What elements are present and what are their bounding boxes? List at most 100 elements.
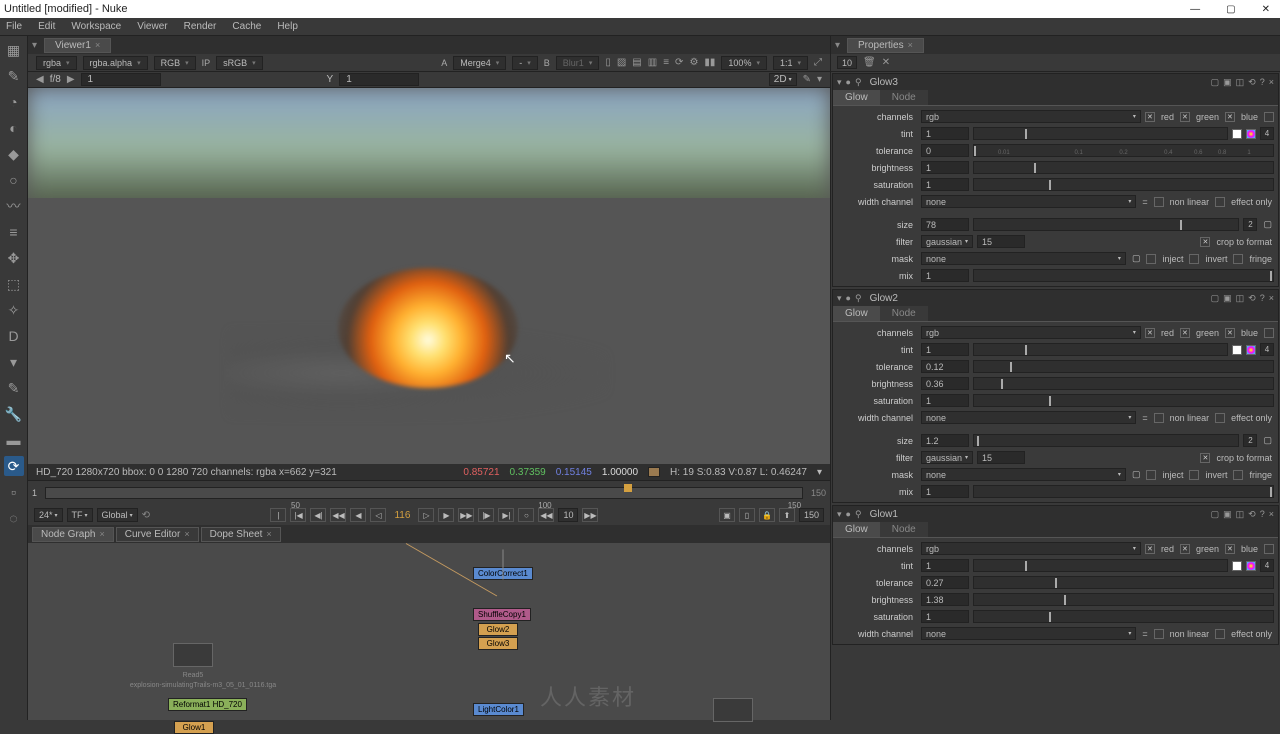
menu-help[interactable]: Help xyxy=(277,21,298,32)
red-checkbox[interactable] xyxy=(1145,328,1155,338)
menu-file[interactable]: File xyxy=(6,21,22,32)
size-slider[interactable] xyxy=(973,218,1239,231)
last-frame-button[interactable]: ▶| xyxy=(498,508,514,522)
menu-workspace[interactable]: Workspace xyxy=(71,21,121,32)
menu-cache[interactable]: Cache xyxy=(232,21,261,32)
expand-icon[interactable]: ⤢ xyxy=(814,57,822,68)
node-reformat[interactable]: Reformat1 HD_720 xyxy=(168,698,247,711)
help-icon[interactable]: ? xyxy=(1260,293,1265,303)
tab-glow[interactable]: Glow xyxy=(833,306,880,321)
overlay-icon[interactable]: ▨ xyxy=(617,57,626,68)
red-checkbox[interactable] xyxy=(1145,112,1155,122)
tint-4-button[interactable]: 4 xyxy=(1260,559,1274,572)
inject-checkbox[interactable] xyxy=(1146,470,1156,480)
color-wheel-icon[interactable] xyxy=(1246,129,1256,139)
frame-back-button[interactable]: ◁ xyxy=(370,508,386,522)
maximize-button[interactable]: ▢ xyxy=(1220,4,1241,15)
tool-deep-icon[interactable]: D xyxy=(4,326,24,346)
collapse-icon[interactable]: ▾ xyxy=(837,77,842,88)
close-icon[interactable]: × xyxy=(908,40,913,50)
filter-iter-input[interactable]: 15 xyxy=(977,235,1025,248)
prev-icon[interactable]: ◀ xyxy=(36,74,44,85)
status-menu-icon[interactable]: ▾ xyxy=(817,467,822,478)
tool-other-icon[interactable]: ▬ xyxy=(4,430,24,450)
help-icon[interactable]: ? xyxy=(1260,509,1265,519)
tool-furnace-icon[interactable]: ⟳ xyxy=(4,456,24,476)
crop-checkbox[interactable] xyxy=(1200,453,1210,463)
filter-dropdown[interactable]: gaussian xyxy=(921,235,973,248)
lock-timeline-icon[interactable]: 🔒 xyxy=(759,508,775,522)
nonlinear-checkbox[interactable] xyxy=(1154,413,1164,423)
fps-dropdown[interactable]: 24* xyxy=(34,508,63,522)
tool-image-icon[interactable]: ▦ xyxy=(4,40,24,60)
maximize-icon[interactable]: ◫ xyxy=(1236,509,1245,520)
proxy-icon[interactable]: ▥ xyxy=(648,57,657,68)
tolerance-slider[interactable] xyxy=(973,360,1274,373)
wipe-icon[interactable]: ▯ xyxy=(605,57,611,68)
width-channel-dropdown[interactable]: none xyxy=(921,195,1136,208)
tool-channel-icon[interactable]: ◐ xyxy=(4,118,24,138)
node-shufflecopy[interactable]: ShuffleCopy1 xyxy=(473,608,531,621)
play-fwd-button[interactable]: ▶ xyxy=(438,508,454,522)
tolerance-input[interactable]: 0.27 xyxy=(921,576,969,589)
step-input[interactable]: 10 xyxy=(558,508,578,522)
center-icon[interactable]: ▣ xyxy=(1223,77,1232,88)
tool-cube-icon[interactable]: ⬚ xyxy=(4,274,24,294)
tint-color-swatch[interactable] xyxy=(1232,345,1242,355)
tool-views-icon[interactable]: ▾ xyxy=(4,352,24,372)
wand-icon[interactable]: ⚲ xyxy=(855,293,862,304)
help-icon[interactable]: ? xyxy=(1260,77,1265,87)
tint-color-swatch[interactable] xyxy=(1232,129,1242,139)
saturation-slider[interactable] xyxy=(973,394,1274,407)
export-button[interactable]: ⬆ xyxy=(779,508,795,522)
menu-viewer[interactable]: Viewer xyxy=(137,21,167,32)
nonlinear-checkbox[interactable] xyxy=(1154,197,1164,207)
tool-metadata-icon[interactable]: ✎ xyxy=(4,378,24,398)
skip-back-button[interactable]: ◀◀ xyxy=(538,508,554,522)
brightness-input[interactable]: 1.38 xyxy=(921,593,969,606)
ratio-dropdown[interactable]: 1:1 xyxy=(773,56,808,70)
size-2-button[interactable]: 2 xyxy=(1243,218,1257,231)
invert-checkbox[interactable] xyxy=(1189,470,1199,480)
roi-icon[interactable]: ▤ xyxy=(632,57,641,68)
tint-4-button[interactable]: 4 xyxy=(1260,343,1274,356)
maximize-icon[interactable]: ◫ xyxy=(1236,77,1245,88)
size-input[interactable]: 78 xyxy=(921,218,969,231)
fringe-checkbox[interactable] xyxy=(1233,254,1243,264)
channel-swatch[interactable] xyxy=(1264,544,1274,554)
saturation-input[interactable]: 1 xyxy=(921,394,969,407)
tint-slider[interactable] xyxy=(973,127,1228,140)
a-node-dropdown[interactable]: Merge4 xyxy=(453,56,506,70)
timeline-end[interactable]: 150 xyxy=(807,488,830,498)
timeline-ruler[interactable]: 1 50 100 150 150 xyxy=(28,481,830,505)
effectonly-checkbox[interactable] xyxy=(1215,629,1225,639)
playhead-icon[interactable] xyxy=(624,484,632,492)
channel-alpha-dropdown[interactable]: rgba.alpha xyxy=(83,56,148,70)
brightness-slider[interactable] xyxy=(973,377,1274,390)
channel-view-dropdown[interactable]: RGB xyxy=(154,56,196,70)
minimize-button[interactable]: — xyxy=(1184,4,1206,15)
red-checkbox[interactable] xyxy=(1145,544,1155,554)
size-2-button[interactable]: 2 xyxy=(1243,434,1257,447)
zoom-dropdown[interactable]: 100% xyxy=(721,56,767,70)
frame-fwd-button[interactable]: ▷ xyxy=(418,508,434,522)
color-wheel-icon[interactable] xyxy=(1246,561,1256,571)
loop-button[interactable]: ▣ xyxy=(719,508,735,522)
channels-dropdown[interactable]: rgb xyxy=(921,326,1141,339)
current-frame[interactable]: 116 xyxy=(390,510,414,521)
tool-layers-icon[interactable]: ≡ xyxy=(4,222,24,242)
node-read-other[interactable] xyxy=(713,698,753,722)
frame-input[interactable]: 1 xyxy=(81,73,161,86)
brightness-input[interactable]: 1 xyxy=(921,161,969,174)
tolerance-input[interactable]: 0 xyxy=(921,144,969,157)
close-panel-icon[interactable]: × xyxy=(1269,293,1274,303)
tolerance-slider[interactable] xyxy=(973,576,1274,589)
tool-circle-icon[interactable]: ○ xyxy=(4,170,24,190)
step-back-button[interactable]: ◀◀ xyxy=(330,508,346,522)
first-frame-button[interactable]: |◀ xyxy=(290,508,306,522)
out-button[interactable]: ○ xyxy=(518,508,534,522)
colorspace-dropdown[interactable]: sRGB xyxy=(216,56,263,70)
mix-slider[interactable] xyxy=(973,269,1274,282)
tab-dope-sheet[interactable]: Dope Sheet× xyxy=(201,527,281,542)
tool-transform-icon[interactable]: ✥ xyxy=(4,248,24,268)
